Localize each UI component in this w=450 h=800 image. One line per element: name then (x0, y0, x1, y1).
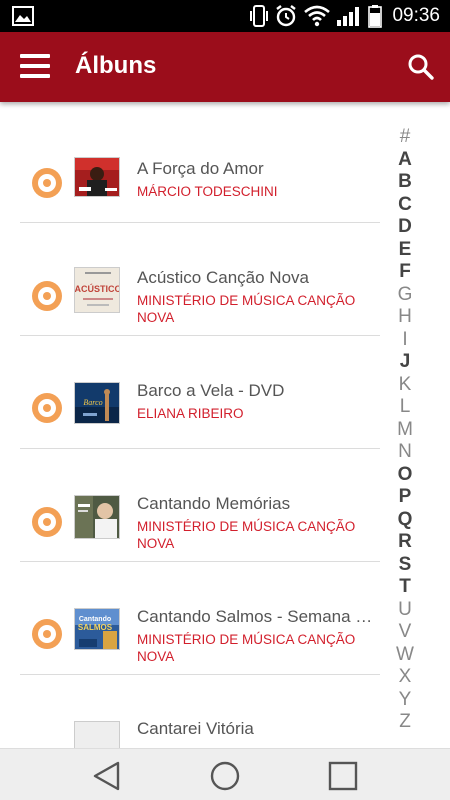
alphabet-index-letter[interactable]: C (392, 194, 418, 217)
disc-icon (32, 507, 62, 537)
alphabet-index-letter[interactable]: P (392, 486, 418, 509)
album-title: A Força do Amor (137, 159, 264, 178)
navigation-bar (0, 748, 450, 800)
clock: 09:36 (392, 5, 440, 26)
alphabet-index-letter[interactable]: Q (392, 509, 418, 532)
recent-apps-icon[interactable] (326, 759, 360, 793)
alphabet-index-letter[interactable]: Z (392, 711, 418, 734)
album-cover: Cantando SALMOS (74, 608, 120, 650)
album-cover (74, 157, 120, 197)
alphabet-index-letter[interactable]: Y (392, 689, 418, 712)
alphabet-index-letter[interactable]: L (392, 396, 418, 419)
alphabet-index-letter[interactable]: U (392, 599, 418, 622)
page-title: Álbuns (75, 52, 157, 79)
album-artist: MÁRCIO TODESCHINI (137, 184, 278, 199)
battery-icon (368, 5, 383, 28)
alphabet-index-letter[interactable]: B (392, 171, 418, 194)
alphabet-index-letter[interactable]: G (392, 284, 418, 307)
album-cover: Barco (74, 382, 120, 424)
vibrate-icon (250, 5, 269, 27)
alphabet-index[interactable]: # A B C D E F G H I J K L M N O P Q R S T U V W X Y Z (392, 126, 418, 734)
app-bar: Álbuns (0, 32, 450, 102)
album-artist: MINISTÉRIO DE MÚSICA CANÇÃO NOVA (137, 632, 356, 664)
disc-icon (32, 281, 62, 311)
svg-text:SALMOS: SALMOS (78, 623, 113, 632)
svg-text:Cantando: Cantando (79, 616, 111, 623)
album-row[interactable]: A Força do Amor MÁRCIO TODESCHINI (20, 110, 380, 223)
wifi-icon (304, 5, 331, 27)
alphabet-index-letter[interactable]: K (392, 374, 418, 397)
status-icons: 09:36 (250, 0, 440, 32)
alphabet-index-letter[interactable]: # (392, 126, 418, 149)
alphabet-index-letter[interactable]: A (392, 149, 418, 172)
alphabet-index-letter[interactable]: M (392, 419, 418, 442)
svg-text:Barco: Barco (83, 398, 102, 407)
alphabet-index-letter[interactable]: E (392, 239, 418, 262)
album-row[interactable]: Cantarei Vitória (20, 675, 380, 748)
back-icon[interactable] (90, 759, 124, 793)
alphabet-index-letter[interactable]: S (392, 554, 418, 577)
svg-text:ACÚSTICO: ACÚSTICO (75, 283, 120, 294)
album-title: Cantarei Vitória (137, 719, 254, 738)
alphabet-index-letter[interactable]: W (392, 644, 418, 667)
alphabet-index-letter[interactable]: H (392, 306, 418, 329)
disc-icon (32, 393, 62, 423)
alphabet-index-letter[interactable]: T (392, 576, 418, 599)
alphabet-index-letter[interactable]: D (392, 216, 418, 239)
album-artist: ELIANA RIBEIRO (137, 406, 244, 421)
alphabet-index-letter[interactable]: N (392, 441, 418, 464)
image-notification-icon (12, 6, 34, 26)
search-icon[interactable] (406, 52, 436, 82)
alphabet-index-letter[interactable]: F (392, 261, 418, 284)
album-row[interactable]: Cantando SALMOS Cantando Salmos - Semana… (20, 562, 380, 675)
album-list: A Força do Amor MÁRCIO TODESCHINI ACÚSTI… (0, 102, 450, 748)
hamburger-menu-icon[interactable] (20, 54, 50, 80)
album-title: Cantando Memórias (137, 494, 291, 513)
album-title: Acústico Canção Nova (137, 268, 309, 287)
alphabet-index-letter[interactable]: J (392, 351, 418, 374)
screen: 09:36 Álbuns A Força do Amor MÁRCIO TODE… (0, 0, 450, 800)
album-title: Cantando Salmos - Semana Santa (137, 607, 379, 626)
album-row[interactable]: ACÚSTICO Acústico Canção Nova MINISTÉRIO… (20, 223, 380, 336)
alphabet-index-letter[interactable]: O (392, 464, 418, 487)
album-cover (74, 495, 120, 539)
alphabet-index-letter[interactable]: V (392, 621, 418, 644)
alphabet-index-letter[interactable]: R (392, 531, 418, 554)
album-row[interactable]: Barco Barco a Vela - DVD ELIANA RIBEIRO (20, 336, 380, 449)
album-row[interactable]: Cantando Memórias MINISTÉRIO DE MÚSICA C… (20, 449, 380, 562)
status-bar: 09:36 (0, 0, 450, 32)
alarm-icon (276, 5, 297, 27)
album-title: Barco a Vela - DVD (137, 381, 285, 400)
disc-icon (32, 168, 62, 198)
home-icon[interactable] (208, 759, 242, 793)
album-artist: MINISTÉRIO DE MÚSICA CANÇÃO NOVA (137, 519, 356, 551)
disc-icon (32, 619, 62, 649)
alphabet-index-letter[interactable]: I (392, 329, 418, 352)
album-artist: MINISTÉRIO DE MÚSICA CANÇÃO NOVA (137, 293, 356, 325)
album-cover: ACÚSTICO (74, 267, 120, 313)
signal-icon (337, 7, 360, 26)
album-cover (74, 721, 120, 748)
alphabet-index-letter[interactable]: X (392, 666, 418, 689)
